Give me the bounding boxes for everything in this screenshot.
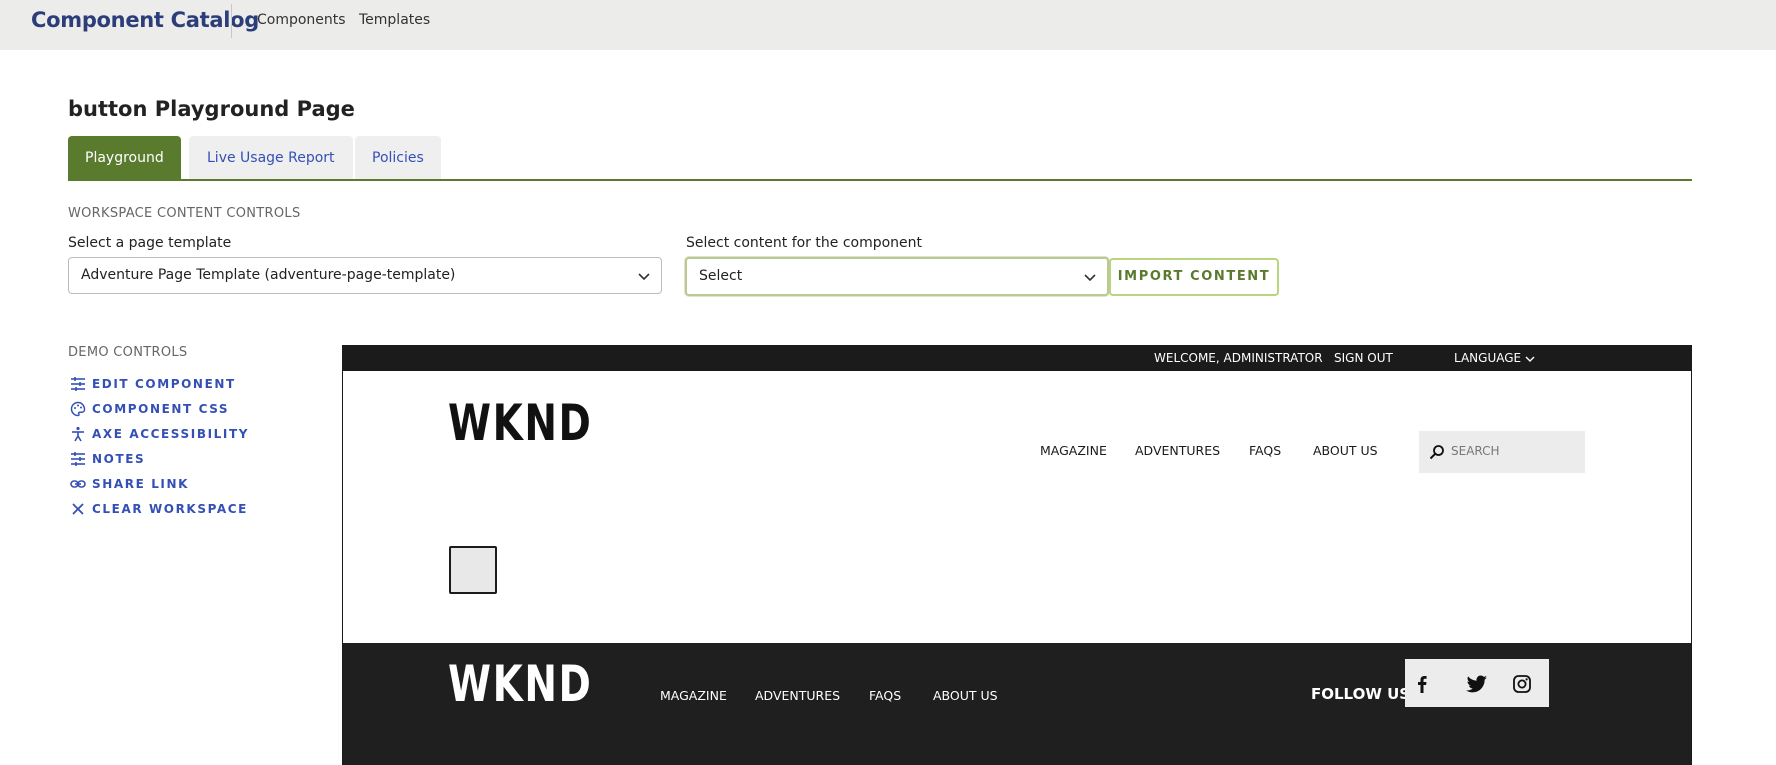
edit-component-link[interactable]: EDIT COMPONENT [70,375,236,393]
notes-link[interactable]: NOTES [70,450,145,468]
footer-nav-adventures[interactable]: ADVENTURES [755,688,840,703]
component-css-link[interactable]: COMPONENT CSS [70,400,229,418]
component-preview: WELCOME, ADMINISTRATOR SIGN OUT LANGUAGE… [342,345,1692,765]
preview-utility-bar: WELCOME, ADMINISTRATOR SIGN OUT LANGUAGE [343,346,1691,371]
template-select-label: Select a page template [68,235,232,251]
preview-nav-magazine[interactable]: MAGAZINE [1040,443,1107,458]
tab-live-usage-report[interactable]: Live Usage Report [189,136,353,180]
footer-nav-faqs[interactable]: FAQS [869,688,901,703]
chevron-down-icon [1084,274,1096,282]
language-menu[interactable]: LANGUAGE [1454,351,1535,365]
wknd-logo[interactable]: WKND [448,394,592,452]
tab-playground[interactable]: Playground [68,136,181,180]
search-placeholder: SEARCH [1451,444,1500,458]
demo-controls-label: DEMO CONTROLS [68,345,188,360]
topbar-divider [231,4,232,38]
template-select[interactable]: Adventure Page Template (adventure-page-… [68,257,662,294]
link-icon [70,480,86,488]
preview-button[interactable] [449,546,497,594]
page-title: button Playground Page [68,97,355,121]
preview-nav-about-us[interactable]: ABOUT US [1313,443,1378,458]
sliders-icon [71,377,85,391]
axe-accessibility-label: AXE ACCESSIBILITY [92,427,250,441]
template-select-value: Adventure Page Template (adventure-page-… [81,267,456,283]
nav-templates[interactable]: Templates [359,12,430,28]
instagram-icon[interactable] [1512,674,1532,694]
preview-nav-faqs[interactable]: FAQS [1249,443,1281,458]
facebook-icon[interactable] [1411,673,1433,695]
nav-components[interactable]: Components [257,12,346,28]
palette-icon [70,401,86,417]
edit-component-label: EDIT COMPONENT [92,377,236,391]
chevron-down-icon [638,273,650,281]
content-select[interactable]: Select [685,257,1109,296]
share-link-label: SHARE LINK [92,477,190,491]
twitter-icon[interactable] [1465,673,1489,695]
import-content-button[interactable]: IMPORT CONTENT [1109,258,1279,296]
tabs-underline [68,179,1692,181]
notes-icon [71,452,85,466]
brand-title[interactable]: Component Catalog [31,8,259,32]
preview-nav-adventures[interactable]: ADVENTURES [1135,443,1220,458]
clear-workspace-label: CLEAR WORKSPACE [92,502,248,516]
preview-footer: WKND MAGAZINE ADVENTURES FAQS ABOUT US F… [343,643,1691,765]
footer-nav-about-us[interactable]: ABOUT US [933,688,998,703]
language-label: LANGUAGE [1454,351,1522,365]
follow-us-label: FOLLOW US [1311,685,1411,703]
footer-wknd-logo[interactable]: WKND [448,655,592,713]
social-links [1405,659,1549,707]
top-bar: Component Catalog Components Templates [0,0,1776,50]
footer-nav-magazine[interactable]: MAGAZINE [660,688,727,703]
preview-search-input[interactable]: SEARCH [1419,431,1585,473]
close-icon [72,503,84,515]
axe-accessibility-link[interactable]: AXE ACCESSIBILITY [70,425,249,443]
notes-label: NOTES [92,452,146,466]
search-icon [1429,445,1444,460]
chevron-down-icon [1525,356,1535,362]
content-select-label: Select content for the component [686,235,923,251]
accessibility-icon [72,426,84,442]
content-select-value: Select [699,268,743,284]
welcome-text: WELCOME, ADMINISTRATOR [1154,351,1323,365]
sign-out-link[interactable]: SIGN OUT [1334,351,1393,365]
workspace-section-label: WORKSPACE CONTENT CONTROLS [68,206,301,221]
share-link-link[interactable]: SHARE LINK [70,475,189,493]
component-css-label: COMPONENT CSS [92,402,230,416]
clear-workspace-link[interactable]: CLEAR WORKSPACE [70,500,248,518]
tab-policies[interactable]: Policies [355,136,441,180]
